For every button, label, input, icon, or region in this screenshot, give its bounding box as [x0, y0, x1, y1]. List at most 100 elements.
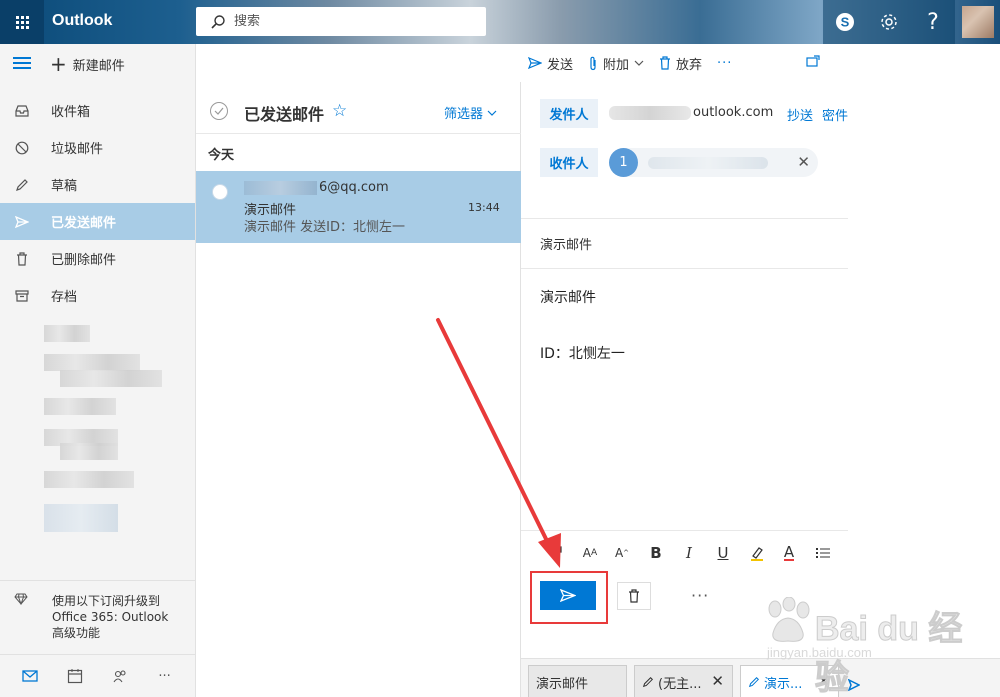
send-button[interactable] — [540, 581, 596, 610]
discard-label: 放弃 — [676, 57, 703, 73]
nav-item-sent[interactable]: 已发送邮件 — [0, 203, 195, 240]
svg-text:S: S — [841, 15, 850, 30]
skype-icon: S — [836, 13, 854, 31]
app-brand[interactable]: Outlook — [52, 12, 112, 30]
cc-link[interactable]: 抄送 — [787, 105, 813, 124]
account-button[interactable] — [955, 0, 1000, 44]
watermark-url: jingyan.baidu.com — [767, 645, 872, 660]
nav-item-label: 垃圾邮件 — [51, 142, 104, 157]
nav-item-label: 已删除邮件 — [51, 253, 117, 268]
search-box[interactable] — [196, 7, 486, 36]
recipient-chip[interactable]: 1 ✕ — [609, 148, 818, 177]
close-icon[interactable]: ✕ — [711, 672, 724, 690]
redacted-folder[interactable] — [44, 504, 118, 532]
discard-toolbar-button[interactable]: 放弃 — [659, 54, 702, 73]
font-color-icon[interactable]: A — [779, 543, 799, 563]
ellipsis-icon: ··· — [717, 55, 733, 71]
nav-item-archive[interactable]: 存档 — [0, 277, 195, 314]
redacted-folder[interactable] — [60, 370, 162, 387]
pencil-icon — [748, 676, 760, 688]
select-all-checkbox[interactable] — [210, 102, 228, 120]
message-row[interactable]: 6@qq.com 演示邮件 13:44 演示邮件 发送ID：北恻左一 — [196, 171, 521, 243]
format-toolbar: AA A ^ B I U A — [521, 530, 848, 573]
avatar — [961, 6, 994, 38]
nav-item-junk[interactable]: 垃圾邮件 — [0, 129, 195, 166]
settings-button[interactable] — [867, 0, 911, 44]
highlighter-icon[interactable] — [747, 543, 767, 563]
new-mail-button[interactable]: + 新建邮件 — [50, 53, 125, 75]
redacted-folder[interactable] — [60, 443, 118, 460]
body-text-line[interactable]: 演示邮件 — [540, 287, 596, 307]
redacted-folder[interactable] — [44, 354, 140, 371]
mail-module-button[interactable] — [18, 664, 42, 688]
bold-icon[interactable]: B — [646, 543, 666, 563]
diamond-icon — [14, 593, 30, 641]
message-preview: 演示邮件 发送ID：北恻左一 — [244, 220, 405, 235]
from-button[interactable]: 发件人 — [540, 99, 598, 128]
message-checkbox[interactable] — [212, 184, 228, 200]
inbox-icon — [14, 103, 30, 119]
message-list: 已发送邮件 ☆ 筛选器 今天 6@qq.com 演示邮件 13:44 演示邮件 … — [196, 82, 521, 697]
toolbar-send-button[interactable]: 发送 — [528, 54, 573, 73]
help-button[interactable]: ? — [911, 0, 955, 44]
redacted-text — [648, 156, 768, 169]
to-button[interactable]: 收件人 — [540, 148, 598, 177]
bcc-link[interactable]: 密件 — [822, 105, 848, 124]
underline-icon[interactable]: U — [713, 543, 733, 563]
nav-item-label: 收件箱 — [51, 105, 91, 120]
nav-item-inbox[interactable]: 收件箱 — [0, 92, 195, 129]
redacted-folder[interactable] — [44, 398, 116, 415]
skype-button[interactable]: S — [823, 0, 867, 44]
send-icon — [528, 57, 542, 69]
mail-icon — [22, 670, 39, 682]
archive-icon — [14, 288, 30, 304]
from-domain: outlook.com — [693, 105, 774, 120]
filter-button[interactable]: 筛选器 — [444, 103, 497, 122]
send-icon — [560, 589, 576, 602]
folder-title: 已发送邮件 — [244, 105, 325, 124]
close-icon[interactable]: ✕ — [797, 153, 810, 171]
upgrade-text: 使用以下订阅升级到 Office 365: Outlook 高级功能 — [52, 594, 169, 640]
nav-item-drafts[interactable]: 草稿 — [0, 166, 195, 203]
draft-tab[interactable]: (无主... ✕ — [634, 665, 733, 697]
font-size-icon[interactable]: AA — [580, 543, 600, 563]
calendar-icon — [68, 669, 83, 684]
filter-label: 筛选器 — [444, 107, 484, 122]
grow-font-icon[interactable]: A ^ — [612, 543, 632, 563]
message-sender: 6@qq.com — [244, 180, 389, 195]
subject-input[interactable] — [540, 236, 830, 251]
people-module-button[interactable] — [108, 664, 132, 688]
pencil-icon — [14, 177, 30, 193]
hamburger-menu-icon[interactable] — [13, 57, 31, 71]
send-label: 发送 — [547, 57, 574, 73]
italic-icon[interactable]: I — [679, 543, 699, 563]
app-launcher-button[interactable] — [0, 0, 44, 44]
compose-more-button[interactable]: ··· — [691, 586, 709, 605]
ellipsis-icon: ··· — [158, 668, 171, 684]
search-input[interactable] — [234, 14, 464, 29]
chevron-down-icon — [487, 105, 497, 120]
toolbar-more-button[interactable]: ··· — [717, 56, 732, 71]
upgrade-promo[interactable]: 使用以下订阅升级到 Office 365: Outlook 高级功能 — [0, 580, 195, 641]
attach-button[interactable]: 附加 — [588, 54, 644, 73]
popout-icon[interactable] — [806, 55, 820, 71]
more-modules-button[interactable]: ··· — [153, 664, 177, 688]
discard-button[interactable] — [617, 582, 651, 610]
question-icon: ? — [927, 9, 939, 35]
calendar-module-button[interactable] — [63, 664, 87, 688]
chevron-down-icon — [634, 60, 644, 66]
bullets-icon[interactable] — [813, 543, 833, 563]
nav-item-deleted[interactable]: 已删除邮件 — [0, 240, 195, 277]
redacted-folder[interactable] — [44, 471, 134, 488]
star-icon[interactable]: ☆ — [332, 101, 347, 121]
nav-item-label: 存档 — [51, 290, 78, 305]
nav-item-label: 已发送邮件 — [51, 216, 117, 231]
trash-icon — [629, 589, 639, 603]
paperclip-icon — [588, 56, 598, 71]
recipient-avatar: 1 — [609, 148, 638, 177]
format-painter-icon[interactable] — [549, 543, 569, 563]
redacted-folder[interactable] — [44, 325, 90, 342]
nav-item-label: 草稿 — [51, 179, 78, 194]
body-text-line[interactable]: ID：北恻左一 — [540, 343, 625, 363]
draft-tab[interactable]: 演示邮件 — [528, 665, 627, 697]
